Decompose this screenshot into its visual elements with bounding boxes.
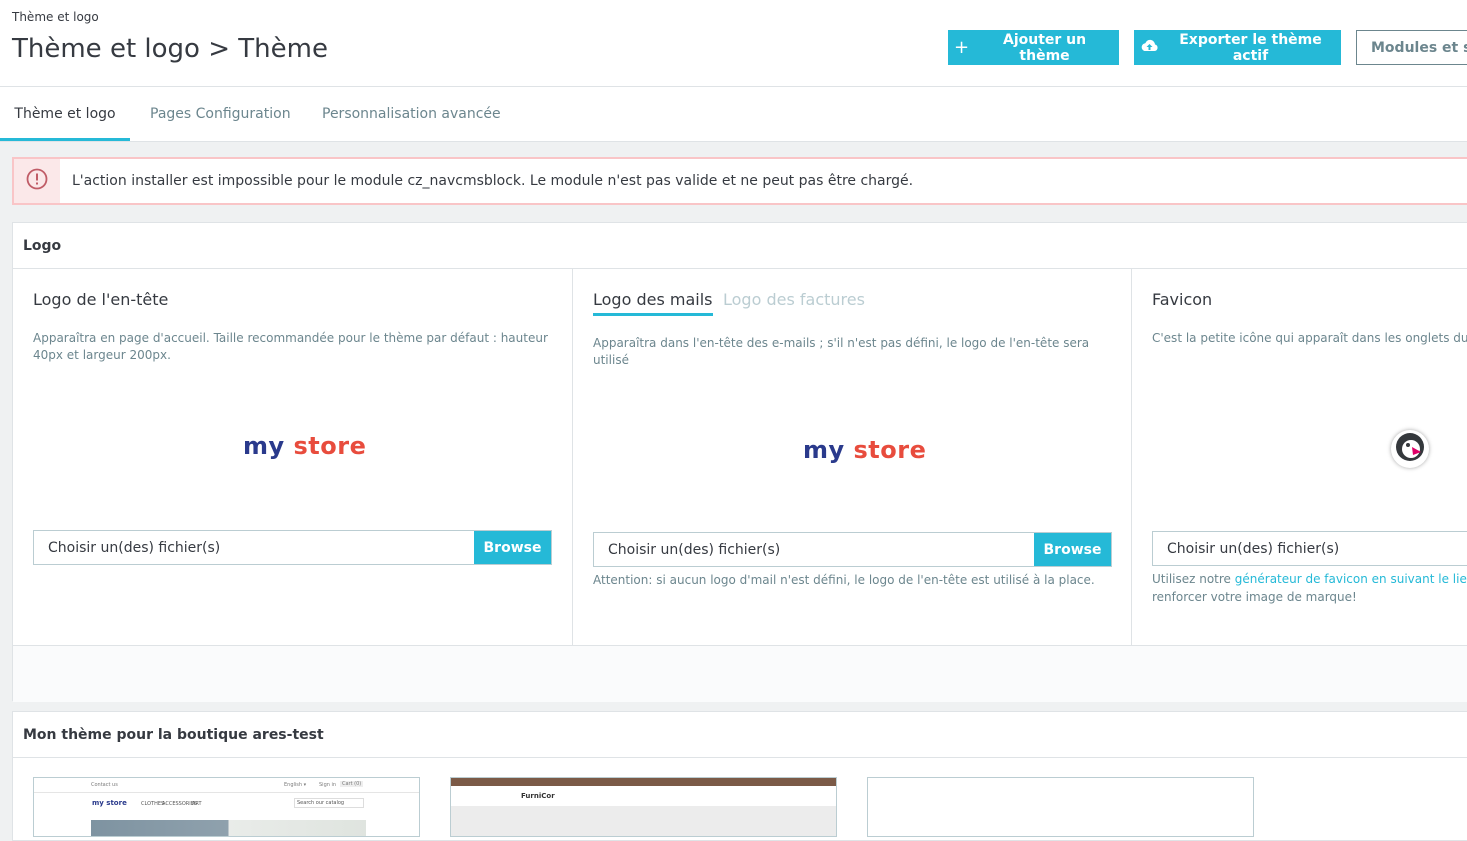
mail-logo-file-input[interactable]: Choisir un(des) fichier(s) Browse [593, 532, 1112, 567]
mail-logo-column: Logo des mails Logo des factures Apparaî… [573, 268, 1132, 645]
logo-card-footer [13, 645, 1467, 702]
tab-mail-logo[interactable]: Logo des mails [593, 290, 713, 316]
breadcrumb[interactable]: Thème et logo [12, 10, 99, 24]
error-icon [26, 168, 48, 194]
thumb-topbar: Contact us English ▾ Sign in Cart (0) [34, 778, 419, 793]
header-logo-column: Logo de l'en-tête Apparaîtra en page d'a… [13, 268, 573, 645]
puffin-icon [1395, 432, 1425, 466]
file-input-placeholder[interactable]: Choisir un(des) fichier(s) [1153, 532, 1467, 565]
alert-icon-box [14, 159, 60, 203]
favicon-title: Favicon [1152, 290, 1213, 309]
tab-bar: Thème et logo Pages Configuration Person… [0, 87, 1467, 142]
plus-icon: + [954, 36, 970, 58]
logo-card-title: Logo [13, 223, 1467, 269]
file-input-placeholder[interactable]: Choisir un(des) fichier(s) [34, 531, 474, 564]
theme-card-title: Mon thème pour la boutique ares-test [13, 712, 1467, 758]
header-logo-preview: my store [243, 432, 367, 460]
file-input-placeholder[interactable]: Choisir un(des) fichier(s) [594, 533, 1034, 566]
modules-services-button[interactable]: Modules et ser [1356, 30, 1467, 65]
add-theme-label: Ajouter un thème [1002, 31, 1087, 64]
tab-theme-logo[interactable]: Thème et logo [0, 87, 130, 141]
export-theme-label: Exporter le thème actif [1179, 31, 1322, 64]
header-logo-title: Logo de l'en-tête [33, 290, 169, 309]
mail-logo-note: Attention: si aucun logo d'mail n'est dé… [593, 573, 1095, 587]
favicon-file-input[interactable]: Choisir un(des) fichier(s) [1152, 531, 1467, 566]
thumb-topbar [451, 778, 836, 786]
theme-thumbnail-empty[interactable] [867, 777, 1254, 837]
favicon-generator-link[interactable]: générateur de favicon en suivant le lien… [1235, 572, 1467, 586]
thumb-hero [451, 806, 836, 836]
theme-thumbnail-classic[interactable]: Contact us English ▾ Sign in Cart (0) my… [33, 777, 420, 837]
favicon-description: C'est la petite icône qui apparaît dans … [1152, 331, 1467, 345]
add-theme-button[interactable]: + Ajouter un thème [948, 30, 1119, 65]
alert-message: L'action installer est impossible pour l… [72, 173, 914, 189]
header-logo-file-input[interactable]: Choisir un(des) fichier(s) Browse [33, 530, 552, 565]
tab-advanced-customization[interactable]: Personnalisation avancée [322, 87, 501, 141]
page-header: Thème et logo Thème et logo > Thème + Aj… [0, 0, 1467, 87]
mail-logo-description: Apparaîtra dans l'en-tête des e-mails ; … [593, 336, 1090, 367]
error-alert: L'action installer est impossible pour l… [12, 157, 1467, 205]
tab-invoice-logo[interactable]: Logo des factures [723, 290, 865, 309]
header-logo-description: Apparaîtra en page d'accueil. Taille rec… [33, 331, 548, 362]
browse-button[interactable]: Browse [1034, 533, 1111, 566]
export-theme-button[interactable]: Exporter le thème actif [1134, 30, 1341, 65]
cloud-upload-icon [1140, 39, 1159, 57]
mail-logo-preview: my store [803, 436, 927, 464]
tab-pages-configuration[interactable]: Pages Configuration [150, 87, 291, 141]
favicon-column: Favicon C'est la petite icône qui appara… [1132, 268, 1467, 645]
favicon-preview [1391, 430, 1429, 468]
thumb-hero [91, 820, 366, 836]
thumb-nav: my store CLOTHES ACCESSORIES ART Search … [34, 793, 419, 813]
logo-card: Logo Logo de l'en-tête Apparaîtra en pag… [12, 222, 1467, 702]
thumb-nav: FurniCor [451, 786, 836, 806]
theme-thumbnail-furnicor[interactable]: FurniCor [450, 777, 837, 837]
browse-button[interactable]: Browse [474, 531, 551, 564]
page-title: Thème et logo > Thème [12, 34, 328, 64]
favicon-note: Utilisez notre générateur de favicon en … [1152, 570, 1467, 606]
